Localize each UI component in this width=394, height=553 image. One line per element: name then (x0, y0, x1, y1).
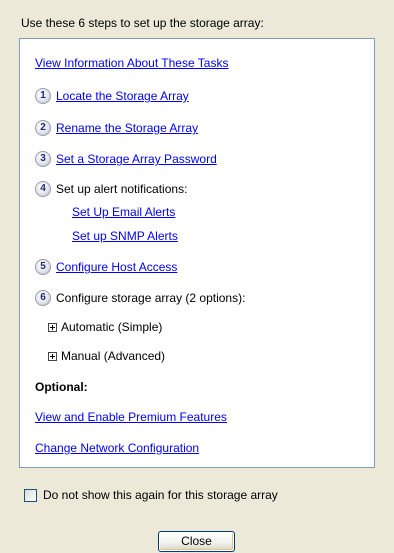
premium-features-row: View and Enable Premium Features (35, 410, 227, 424)
info-row: View Information About These Tasks (35, 56, 228, 70)
step-4-row: 4 Set up alert notifications: (35, 181, 187, 197)
step-number-6-icon: 6 (35, 290, 51, 306)
locate-storage-array-link[interactable]: Locate the Storage Array (56, 89, 189, 103)
optional-heading: Optional: (35, 380, 88, 394)
automatic-option-label[interactable]: Automatic (Simple) (61, 320, 162, 334)
set-up-snmp-alerts-link[interactable]: Set up SNMP Alerts (72, 229, 178, 243)
step-5-row: 5 Configure Host Access (35, 259, 177, 275)
step-6-row: 6 Configure storage array (2 options): (35, 290, 245, 306)
email-alerts-row: Set Up Email Alerts (72, 205, 175, 219)
manual-option-label[interactable]: Manual (Advanced) (61, 349, 165, 363)
configure-host-access-link[interactable]: Configure Host Access (56, 260, 177, 274)
view-information-link[interactable]: View Information About These Tasks (35, 56, 228, 70)
expand-plus-icon[interactable] (48, 322, 57, 332)
setup-dialog: Use these 6 steps to set up the storage … (0, 0, 394, 553)
step-number-5-icon: 5 (35, 259, 51, 275)
step-1-row: 1 Locate the Storage Array (35, 88, 189, 104)
view-enable-premium-features-link[interactable]: View and Enable Premium Features (35, 410, 227, 424)
instruction-text: Use these 6 steps to set up the storage … (21, 16, 264, 30)
step-2-row: 2 Rename the Storage Array (35, 120, 198, 136)
do-not-show-again-row[interactable]: Do not show this again for this storage … (24, 488, 278, 502)
do-not-show-again-label[interactable]: Do not show this again for this storage … (43, 488, 278, 502)
step-number-4-icon: 4 (35, 181, 51, 197)
do-not-show-again-checkbox[interactable] (24, 488, 37, 502)
step-3-row: 3 Set a Storage Array Password (35, 151, 217, 167)
step-number-3-icon: 3 (35, 151, 51, 167)
optional-heading-row: Optional: (35, 380, 88, 394)
configure-storage-label: Configure storage array (2 options): (56, 291, 246, 305)
network-config-row: Change Network Configuration (35, 441, 199, 455)
alert-notifications-label: Set up alert notifications: (56, 182, 188, 196)
step-number-1-icon: 1 (35, 88, 51, 104)
expand-plus-icon[interactable] (48, 351, 57, 361)
tasks-panel: View Information About These Tasks 1 Loc… (19, 38, 375, 468)
change-network-configuration-link[interactable]: Change Network Configuration (35, 441, 199, 455)
snmp-alerts-row: Set up SNMP Alerts (72, 229, 178, 243)
automatic-option-row[interactable]: Automatic (Simple) (48, 320, 162, 334)
set-password-link[interactable]: Set a Storage Array Password (56, 152, 217, 166)
manual-option-row[interactable]: Manual (Advanced) (48, 349, 165, 363)
step-number-2-icon: 2 (35, 120, 51, 136)
rename-storage-array-link[interactable]: Rename the Storage Array (56, 121, 198, 135)
close-button[interactable]: Close (158, 531, 235, 552)
set-up-email-alerts-link[interactable]: Set Up Email Alerts (72, 205, 175, 219)
